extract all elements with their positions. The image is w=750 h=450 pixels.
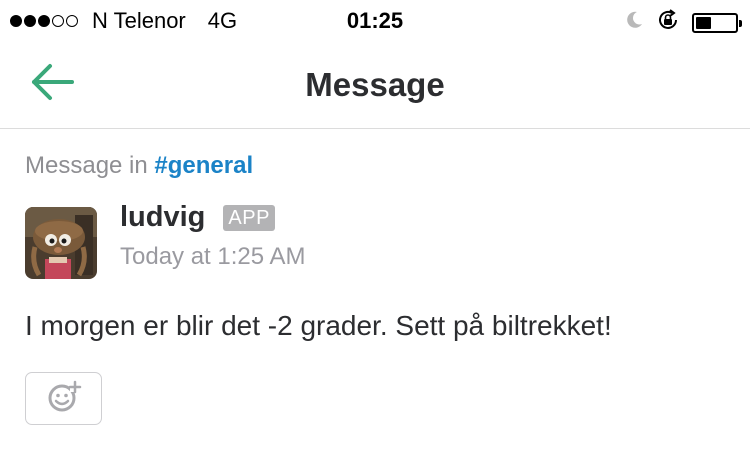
message-body: I morgen er blir det -2 grader. Sett på … <box>25 310 612 341</box>
app-badge: APP <box>223 204 275 231</box>
context-prefix: Message in <box>25 152 148 179</box>
status-right <box>624 8 742 38</box>
author-line: ludvig APP <box>120 201 275 234</box>
avatar[interactable] <box>25 207 97 279</box>
orientation-lock-icon <box>656 8 680 38</box>
add-reaction-icon <box>46 379 82 418</box>
message-context: Message in #general <box>25 152 253 180</box>
message-timestamp: Today at 1:25 AM <box>120 243 306 270</box>
puppet-avatar-icon <box>25 207 97 279</box>
battery-icon <box>692 13 742 33</box>
channel-link[interactable]: #general <box>154 152 253 179</box>
battery-tip <box>739 20 742 27</box>
moon-icon <box>624 10 644 36</box>
message-screen: N Telenor 4G 01:25 Message Message in #g… <box>0 0 750 450</box>
nav-bar: Message <box>0 40 750 129</box>
page-title: Message <box>305 66 445 103</box>
author-name[interactable]: ludvig <box>120 201 205 234</box>
status-bar: N Telenor 4G 01:25 <box>0 0 750 40</box>
add-reaction-button[interactable] <box>25 372 102 425</box>
battery-fill <box>696 17 711 29</box>
